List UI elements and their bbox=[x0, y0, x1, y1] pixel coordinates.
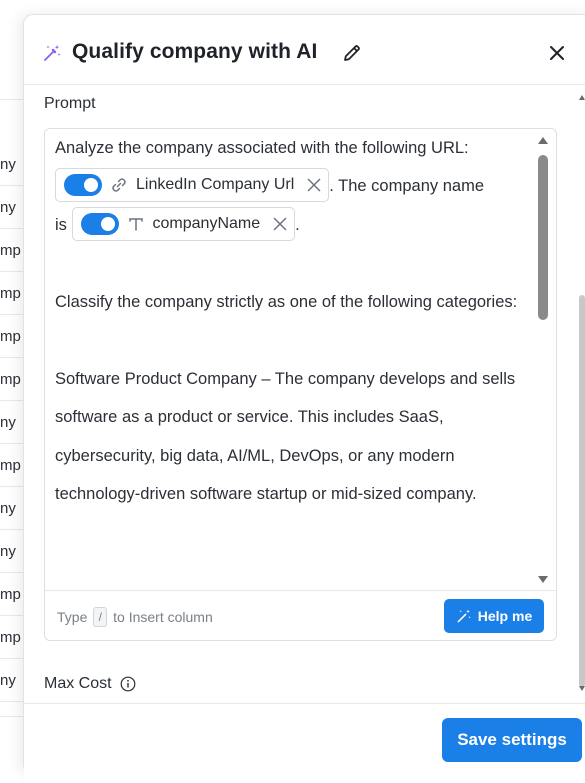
close-icon[interactable] bbox=[548, 44, 566, 62]
panel-footer: Save settings bbox=[24, 703, 585, 783]
prompt-text-segment: . bbox=[295, 216, 300, 235]
magic-wand-icon bbox=[457, 609, 471, 623]
prompt-paragraph: Software Product Company – The company d… bbox=[55, 369, 516, 504]
prompt-line-1: Analyze the company associated with the … bbox=[55, 139, 469, 157]
save-settings-button[interactable]: Save settings bbox=[442, 718, 582, 762]
prompt-label: Prompt bbox=[44, 95, 96, 112]
hint-text: to Insert column bbox=[113, 609, 213, 625]
remove-chip-icon[interactable] bbox=[306, 177, 322, 193]
qualify-company-panel: Qualify company with AI Prompt Analyze t… bbox=[23, 14, 585, 783]
prompt-text-segment: is bbox=[55, 216, 67, 235]
help-me-button[interactable]: Help me bbox=[444, 599, 544, 633]
column-chip-linkedin[interactable]: LinkedIn Company Url bbox=[55, 168, 330, 203]
max-cost-row: Max Cost bbox=[44, 675, 136, 693]
chip-label: LinkedIn Company Url bbox=[136, 176, 295, 194]
scroll-up-arrow-icon[interactable] bbox=[578, 93, 585, 101]
chip-toggle[interactable] bbox=[64, 174, 102, 197]
slash-key: / bbox=[93, 607, 108, 627]
prompt-text-area[interactable]: Analyze the company associated with the … bbox=[55, 129, 535, 589]
insert-column-hint: Type / to Insert column bbox=[57, 607, 213, 627]
scroll-down-arrow-icon[interactable] bbox=[536, 575, 550, 585]
help-me-label: Help me bbox=[477, 608, 533, 624]
chip-label: companyName bbox=[152, 214, 261, 232]
remove-chip-icon[interactable] bbox=[272, 216, 288, 232]
scroll-thumb[interactable] bbox=[538, 155, 548, 320]
hint-text: Type bbox=[57, 609, 88, 625]
panel-scrollbar[interactable] bbox=[577, 85, 585, 705]
max-cost-label: Max Cost bbox=[44, 675, 112, 692]
prompt-footer: Type / to Insert column Help me bbox=[45, 590, 556, 640]
panel-title: Qualify company with AI bbox=[72, 40, 318, 63]
edit-pencil-icon[interactable] bbox=[342, 43, 362, 63]
info-icon[interactable] bbox=[120, 676, 136, 692]
magic-wand-icon bbox=[44, 45, 61, 61]
link-icon bbox=[112, 178, 126, 192]
text-type-icon bbox=[128, 217, 143, 231]
prompt-paragraph: Classify the company strictly as one of … bbox=[55, 293, 518, 312]
scroll-thumb[interactable] bbox=[579, 295, 585, 687]
column-chip-companyname[interactable]: companyName bbox=[71, 206, 296, 241]
scroll-down-arrow-icon[interactable] bbox=[578, 685, 585, 693]
prompt-editor[interactable]: Analyze the company associated with the … bbox=[44, 128, 557, 641]
prompt-scrollbar[interactable] bbox=[536, 135, 550, 585]
chip-toggle[interactable] bbox=[80, 212, 119, 235]
panel-header: Qualify company with AI bbox=[24, 15, 585, 85]
scroll-up-arrow-icon[interactable] bbox=[536, 135, 550, 145]
prompt-text-segment: . The company name bbox=[329, 177, 484, 196]
